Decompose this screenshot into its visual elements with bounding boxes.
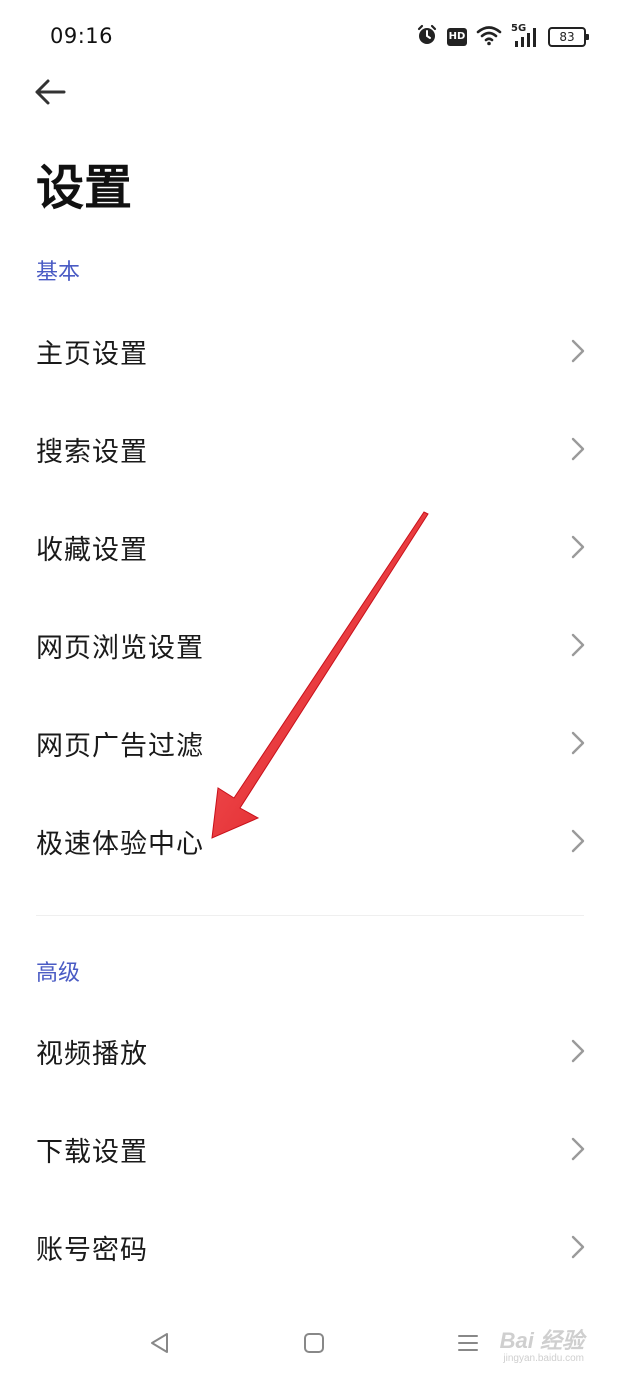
page-title: 设置	[36, 160, 133, 216]
nav-home-button[interactable]	[294, 1330, 334, 1360]
settings-item-video[interactable]: 视频播放	[0, 1002, 620, 1100]
chevron-right-icon	[570, 534, 586, 560]
back-triangle-icon	[148, 1331, 172, 1359]
section-header-advanced: 高级	[36, 961, 81, 986]
settings-item-speed-center[interactable]: 极速体验中心	[0, 792, 620, 890]
status-icons: HD 5G 83	[416, 23, 589, 50]
settings-item-label: 网页浏览设置	[36, 632, 204, 664]
chevron-right-icon	[570, 730, 586, 756]
settings-item-passwords[interactable]: 账号密码	[0, 1198, 620, 1296]
settings-item-label: 收藏设置	[36, 534, 148, 566]
home-square-icon	[302, 1331, 326, 1359]
status-bar: 09:16 HD 5G 83	[0, 0, 620, 72]
wifi-icon	[476, 24, 502, 50]
section-header-basic: 基本	[36, 260, 81, 285]
menu-lines-icon	[456, 1331, 480, 1359]
chevron-right-icon	[570, 828, 586, 854]
settings-item-browsing[interactable]: 网页浏览设置	[0, 596, 620, 694]
alarm-icon	[416, 24, 438, 50]
chevron-right-icon	[570, 1038, 586, 1064]
settings-item-label: 搜索设置	[36, 436, 148, 468]
chevron-right-icon	[570, 1136, 586, 1162]
settings-item-label: 主页设置	[36, 338, 148, 370]
back-button[interactable]	[30, 74, 70, 114]
chevron-right-icon	[570, 338, 586, 364]
baidu-jingyan-watermark: Bai 经验 jingyan.baidu.com	[500, 1330, 584, 1364]
battery-icon: 83	[548, 27, 589, 47]
section-divider	[36, 915, 584, 916]
watermark-sub: jingyan.baidu.com	[503, 1353, 584, 1364]
hd-icon: HD	[447, 28, 467, 46]
settings-item-label: 网页广告过滤	[36, 730, 204, 762]
nav-back-button[interactable]	[140, 1330, 180, 1360]
settings-item-favorites[interactable]: 收藏设置	[0, 498, 620, 596]
settings-item-homepage[interactable]: 主页设置	[0, 302, 620, 400]
settings-item-download[interactable]: 下载设置	[0, 1100, 620, 1198]
settings-item-search[interactable]: 搜索设置	[0, 400, 620, 498]
arrow-left-icon	[33, 77, 67, 111]
signal-5g-icon: 5G	[511, 23, 539, 49]
watermark-main: Bai 经验	[499, 1328, 584, 1353]
settings-item-label: 下载设置	[36, 1136, 148, 1168]
chevron-right-icon	[570, 436, 586, 462]
chevron-right-icon	[570, 1234, 586, 1260]
settings-item-label: 视频播放	[36, 1038, 148, 1070]
settings-item-label: 极速体验中心	[36, 828, 204, 860]
chevron-right-icon	[570, 632, 586, 658]
settings-item-label: 账号密码	[36, 1234, 148, 1266]
status-time: 09:16	[50, 24, 114, 48]
nav-menu-button[interactable]	[448, 1330, 488, 1360]
settings-item-ad-filter[interactable]: 网页广告过滤	[0, 694, 620, 792]
